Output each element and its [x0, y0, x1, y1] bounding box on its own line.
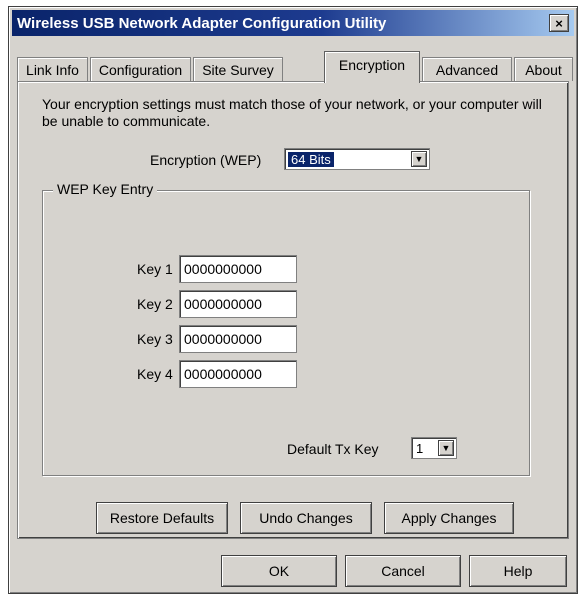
tab-about[interactable]: About	[514, 57, 573, 81]
cancel-button[interactable]: Cancel	[345, 555, 461, 587]
encryption-notice: Your encryption settings must match thos…	[42, 96, 542, 129]
tab-encryption[interactable]: Encryption	[324, 51, 420, 83]
key-2-label: Key 2	[137, 296, 173, 312]
encryption-wep-label: Encryption (WEP)	[150, 152, 262, 168]
tab-site-survey[interactable]: Site Survey	[193, 57, 283, 81]
title-bar[interactable]: Wireless USB Network Adapter Configurati…	[12, 10, 574, 36]
tab-configuration[interactable]: Configuration	[90, 57, 191, 81]
wep-key-entry-group: WEP Key Entry Key 1 Key 2 Key 3 Key 4 De…	[42, 181, 530, 476]
help-button[interactable]: Help	[469, 555, 567, 587]
key-3-input[interactable]	[179, 325, 297, 353]
tab-label: Site Survey	[202, 61, 274, 78]
wep-key-entry-label: WEP Key Entry	[53, 181, 158, 197]
key-1-label: Key 1	[137, 261, 173, 277]
key-2-input[interactable]	[179, 290, 297, 318]
tab-label: Encryption	[338, 57, 406, 73]
apply-changes-button[interactable]: Apply Changes	[384, 502, 514, 534]
key-3-label: Key 3	[137, 331, 173, 347]
encryption-panel: Your encryption settings must match thos…	[17, 81, 569, 539]
key-1-input[interactable]	[179, 255, 297, 283]
key-4-input[interactable]	[179, 360, 297, 388]
config-utility-window: Wireless USB Network Adapter Configurati…	[8, 6, 578, 594]
tab-link-info[interactable]: Link Info	[17, 57, 88, 81]
default-tx-key-select[interactable]: 1 ▼	[411, 437, 457, 459]
chevron-down-icon[interactable]: ▼	[411, 151, 427, 167]
key-4-label: Key 4	[137, 366, 173, 382]
close-button[interactable]: ×	[549, 14, 569, 32]
chevron-down-icon[interactable]: ▼	[438, 440, 454, 456]
restore-defaults-button[interactable]: Restore Defaults	[96, 502, 228, 534]
tab-label: Advanced	[435, 61, 499, 78]
default-tx-key-value: 1	[416, 441, 424, 456]
tab-label: About	[525, 61, 562, 78]
undo-changes-button[interactable]: Undo Changes	[240, 502, 372, 534]
ok-button[interactable]: OK	[221, 555, 337, 587]
tab-label: Link Info	[26, 61, 79, 78]
tab-label: Configuration	[98, 61, 183, 78]
close-icon: ×	[555, 15, 563, 31]
tab-advanced[interactable]: Advanced	[422, 57, 512, 81]
encryption-wep-select[interactable]: 64 Bits ▼	[284, 148, 430, 170]
window-title: Wireless USB Network Adapter Configurati…	[17, 14, 387, 32]
default-tx-key-label: Default Tx Key	[287, 441, 379, 457]
encryption-wep-value: 64 Bits	[288, 152, 334, 167]
